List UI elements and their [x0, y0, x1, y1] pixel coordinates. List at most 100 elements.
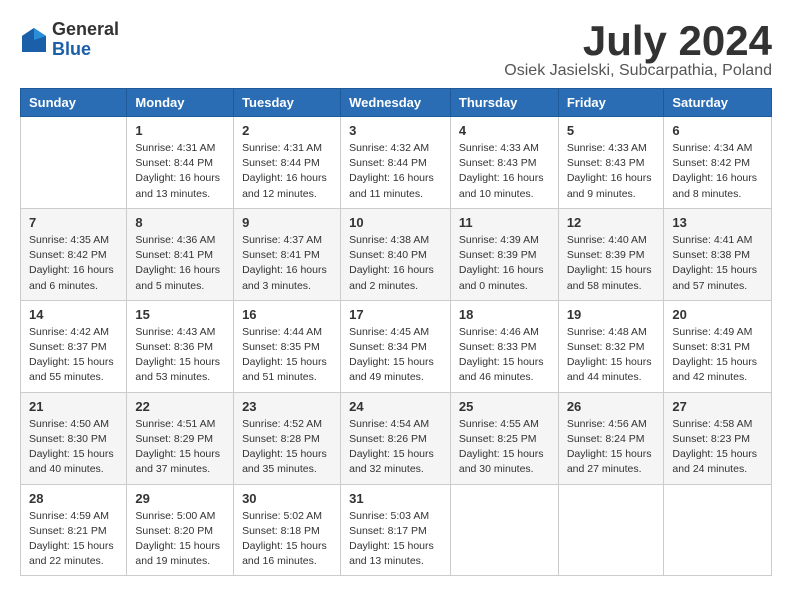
day-info: Sunrise: 4:41 AM Sunset: 8:38 PM Dayligh… [672, 233, 763, 294]
day-info: Sunrise: 4:31 AM Sunset: 8:44 PM Dayligh… [135, 141, 225, 202]
day-number: 25 [459, 399, 550, 414]
day-number: 23 [242, 399, 332, 414]
day-info: Sunrise: 4:34 AM Sunset: 8:42 PM Dayligh… [672, 141, 763, 202]
logo-text: General Blue [52, 20, 119, 60]
day-number: 17 [349, 307, 442, 322]
header-friday: Friday [558, 89, 664, 117]
logo-blue: Blue [52, 40, 119, 60]
logo-general: General [52, 20, 119, 40]
calendar-cell [558, 484, 664, 576]
calendar-cell: 29Sunrise: 5:00 AM Sunset: 8:20 PM Dayli… [127, 484, 234, 576]
day-number: 1 [135, 123, 225, 138]
header-wednesday: Wednesday [341, 89, 451, 117]
day-number: 16 [242, 307, 332, 322]
day-number: 2 [242, 123, 332, 138]
title-section: July 2024 Osiek Jasielski, Subcarpathia,… [504, 20, 772, 80]
logo: General Blue [20, 20, 119, 60]
calendar-cell: 21Sunrise: 4:50 AM Sunset: 8:30 PM Dayli… [21, 392, 127, 484]
day-info: Sunrise: 4:45 AM Sunset: 8:34 PM Dayligh… [349, 325, 442, 386]
calendar-cell [664, 484, 772, 576]
calendar-cell: 3 Sunrise: 4:32 AM Sunset: 8:44 PM Daylig… [341, 117, 451, 209]
page-header: General Blue July 2024 Osiek Jasielski, … [20, 20, 772, 80]
day-number: 15 [135, 307, 225, 322]
month-title: July 2024 [504, 20, 772, 62]
calendar-cell: 26 Sunrise: 4:56 AM Sunset: 8:24 PM Dayli… [558, 392, 664, 484]
calendar-cell: 4 Sunrise: 4:33 AM Sunset: 8:43 PM Daylig… [450, 117, 558, 209]
day-number: 13 [672, 215, 763, 230]
calendar-table: SundayMondayTuesdayWednesdayThursdayFrid… [20, 88, 772, 576]
day-number: 21 [29, 399, 118, 414]
day-number: 12 [567, 215, 656, 230]
day-number: 5 [567, 123, 656, 138]
calendar-cell: 11Sunrise: 4:39 AM Sunset: 8:39 PM Dayli… [450, 208, 558, 300]
calendar-cell: 9Sunrise: 4:37 AM Sunset: 8:41 PM Daylig… [234, 208, 341, 300]
calendar-header-row: SundayMondayTuesdayWednesdayThursdayFrid… [21, 89, 772, 117]
day-info: Sunrise: 4:55 AM Sunset: 8:25 PM Dayligh… [459, 417, 550, 478]
day-info: Sunrise: 4:49 AM Sunset: 8:31 PM Dayligh… [672, 325, 763, 386]
day-info: Sunrise: 4:33 AM Sunset: 8:43 PM Dayligh… [567, 141, 656, 202]
calendar-cell: 2 Sunrise: 4:31 AM Sunset: 8:44 PM Daylig… [234, 117, 341, 209]
day-info: Sunrise: 4:40 AM Sunset: 8:39 PM Dayligh… [567, 233, 656, 294]
day-info: Sunrise: 4:46 AM Sunset: 8:33 PM Dayligh… [459, 325, 550, 386]
day-info: Sunrise: 4:44 AM Sunset: 8:35 PM Dayligh… [242, 325, 332, 386]
header-thursday: Thursday [450, 89, 558, 117]
calendar-cell: 12 Sunrise: 4:40 AM Sunset: 8:39 PM Dayli… [558, 208, 664, 300]
calendar-cell: 16 Sunrise: 4:44 AM Sunset: 8:35 PM Dayli… [234, 300, 341, 392]
calendar-cell: 25 Sunrise: 4:55 AM Sunset: 8:25 PM Dayli… [450, 392, 558, 484]
day-number: 22 [135, 399, 225, 414]
day-info: Sunrise: 5:02 AM Sunset: 8:18 PM Dayligh… [242, 509, 332, 570]
day-number: 9 [242, 215, 332, 230]
day-info: Sunrise: 4:31 AM Sunset: 8:44 PM Dayligh… [242, 141, 332, 202]
day-number: 7 [29, 215, 118, 230]
day-number: 24 [349, 399, 442, 414]
day-number: 28 [29, 491, 118, 506]
day-number: 4 [459, 123, 550, 138]
calendar-cell: 27 Sunrise: 4:58 AM Sunset: 8:23 PM Dayli… [664, 392, 772, 484]
calendar-cell: 13 Sunrise: 4:41 AM Sunset: 8:38 PM Dayli… [664, 208, 772, 300]
location-subtitle: Osiek Jasielski, Subcarpathia, Poland [504, 62, 772, 80]
calendar-cell: 1 Sunrise: 4:31 AM Sunset: 8:44 PM Daylig… [127, 117, 234, 209]
day-number: 29 [135, 491, 225, 506]
day-number: 18 [459, 307, 550, 322]
day-info: Sunrise: 4:32 AM Sunset: 8:44 PM Dayligh… [349, 141, 442, 202]
header-tuesday: Tuesday [234, 89, 341, 117]
day-info: Sunrise: 4:39 AM Sunset: 8:39 PM Dayligh… [459, 233, 550, 294]
calendar-cell: 28Sunrise: 4:59 AM Sunset: 8:21 PM Dayli… [21, 484, 127, 576]
day-info: Sunrise: 4:56 AM Sunset: 8:24 PM Dayligh… [567, 417, 656, 478]
calendar-cell: 20 Sunrise: 4:49 AM Sunset: 8:31 PM Dayli… [664, 300, 772, 392]
calendar-cell: 15Sunrise: 4:43 AM Sunset: 8:36 PM Dayli… [127, 300, 234, 392]
calendar-cell: 8Sunrise: 4:36 AM Sunset: 8:41 PM Daylig… [127, 208, 234, 300]
day-number: 27 [672, 399, 763, 414]
day-number: 8 [135, 215, 225, 230]
calendar-cell: 10 Sunrise: 4:38 AM Sunset: 8:40 PM Dayli… [341, 208, 451, 300]
day-info: Sunrise: 4:33 AM Sunset: 8:43 PM Dayligh… [459, 141, 550, 202]
day-number: 6 [672, 123, 763, 138]
calendar-cell: 14Sunrise: 4:42 AM Sunset: 8:37 PM Dayli… [21, 300, 127, 392]
day-info: Sunrise: 4:48 AM Sunset: 8:32 PM Dayligh… [567, 325, 656, 386]
day-number: 10 [349, 215, 442, 230]
day-number: 3 [349, 123, 442, 138]
day-info: Sunrise: 4:35 AM Sunset: 8:42 PM Dayligh… [29, 233, 118, 294]
header-sunday: Sunday [21, 89, 127, 117]
header-monday: Monday [127, 89, 234, 117]
calendar-cell: 18 Sunrise: 4:46 AM Sunset: 8:33 PM Dayli… [450, 300, 558, 392]
day-info: Sunrise: 4:58 AM Sunset: 8:23 PM Dayligh… [672, 417, 763, 478]
day-number: 30 [242, 491, 332, 506]
calendar-cell: 24Sunrise: 4:54 AM Sunset: 8:26 PM Dayli… [341, 392, 451, 484]
day-number: 14 [29, 307, 118, 322]
header-saturday: Saturday [664, 89, 772, 117]
logo-icon [20, 26, 48, 54]
week-row-4: 21Sunrise: 4:50 AM Sunset: 8:30 PM Dayli… [21, 392, 772, 484]
day-number: 31 [349, 491, 442, 506]
day-info: Sunrise: 4:38 AM Sunset: 8:40 PM Dayligh… [349, 233, 442, 294]
day-info: Sunrise: 4:51 AM Sunset: 8:29 PM Dayligh… [135, 417, 225, 478]
day-number: 20 [672, 307, 763, 322]
week-row-1: 1 Sunrise: 4:31 AM Sunset: 8:44 PM Daylig… [21, 117, 772, 209]
week-row-3: 14Sunrise: 4:42 AM Sunset: 8:37 PM Dayli… [21, 300, 772, 392]
calendar-cell [450, 484, 558, 576]
calendar-cell: 30 Sunrise: 5:02 AM Sunset: 8:18 PM Dayli… [234, 484, 341, 576]
day-info: Sunrise: 4:52 AM Sunset: 8:28 PM Dayligh… [242, 417, 332, 478]
week-row-2: 7 Sunrise: 4:35 AM Sunset: 8:42 PM Daylig… [21, 208, 772, 300]
calendar-cell: 5 Sunrise: 4:33 AM Sunset: 8:43 PM Daylig… [558, 117, 664, 209]
day-number: 26 [567, 399, 656, 414]
